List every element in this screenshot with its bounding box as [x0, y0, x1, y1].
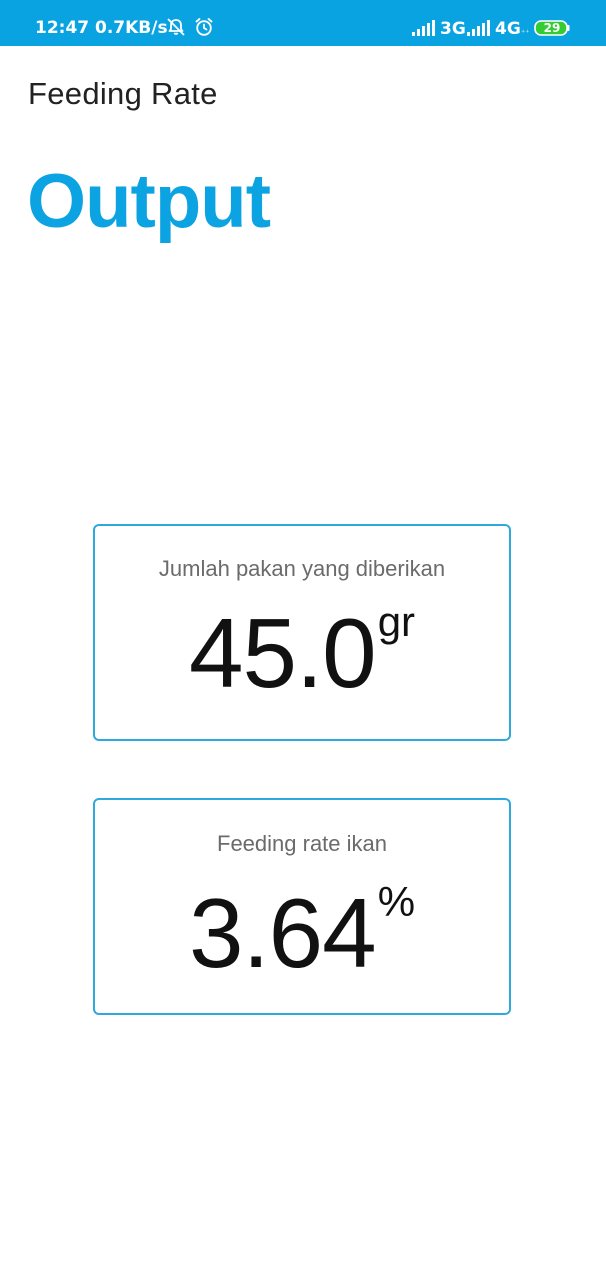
- status-time: 12:47: [35, 18, 90, 38]
- feed-amount-unit: gr: [377, 598, 416, 645]
- battery-level: 29: [543, 21, 561, 35]
- signal-icon: [467, 20, 491, 41]
- feeding-rate-value: 3.64: [188, 878, 377, 988]
- feeding-rate-label: Feeding rate ikan: [217, 831, 387, 856]
- feed-amount-card: Jumlah pakan yang diberikan 45.0gr: [93, 524, 511, 741]
- feed-amount-value-row: 45.0gr: [95, 598, 509, 702]
- feeding-rate-unit: %: [377, 878, 416, 925]
- status-bar: 12:47 0.7KB/s 3G 4G ⁺⁺ 29: [0, 0, 606, 46]
- feeding-rate-value-row: 3.64%: [95, 878, 509, 982]
- network-type-3g: 3G: [440, 19, 466, 39]
- app-bar-title: Feeding Rate: [28, 76, 218, 111]
- alarm-icon: [194, 17, 214, 37]
- feeding-rate-card: Feeding rate ikan 3.64%: [93, 798, 511, 1015]
- output-heading: Output: [27, 159, 271, 244]
- feed-amount-value: 45.0: [188, 598, 377, 708]
- signal-icon: [412, 20, 436, 41]
- network-speed: 0.7KB/s: [95, 18, 168, 38]
- network-sub-indicator: ⁺⁺: [521, 28, 530, 37]
- mute-notification-icon: [166, 17, 186, 37]
- network-type-4g: 4G: [495, 19, 521, 39]
- feed-amount-label: Jumlah pakan yang diberikan: [158, 556, 446, 581]
